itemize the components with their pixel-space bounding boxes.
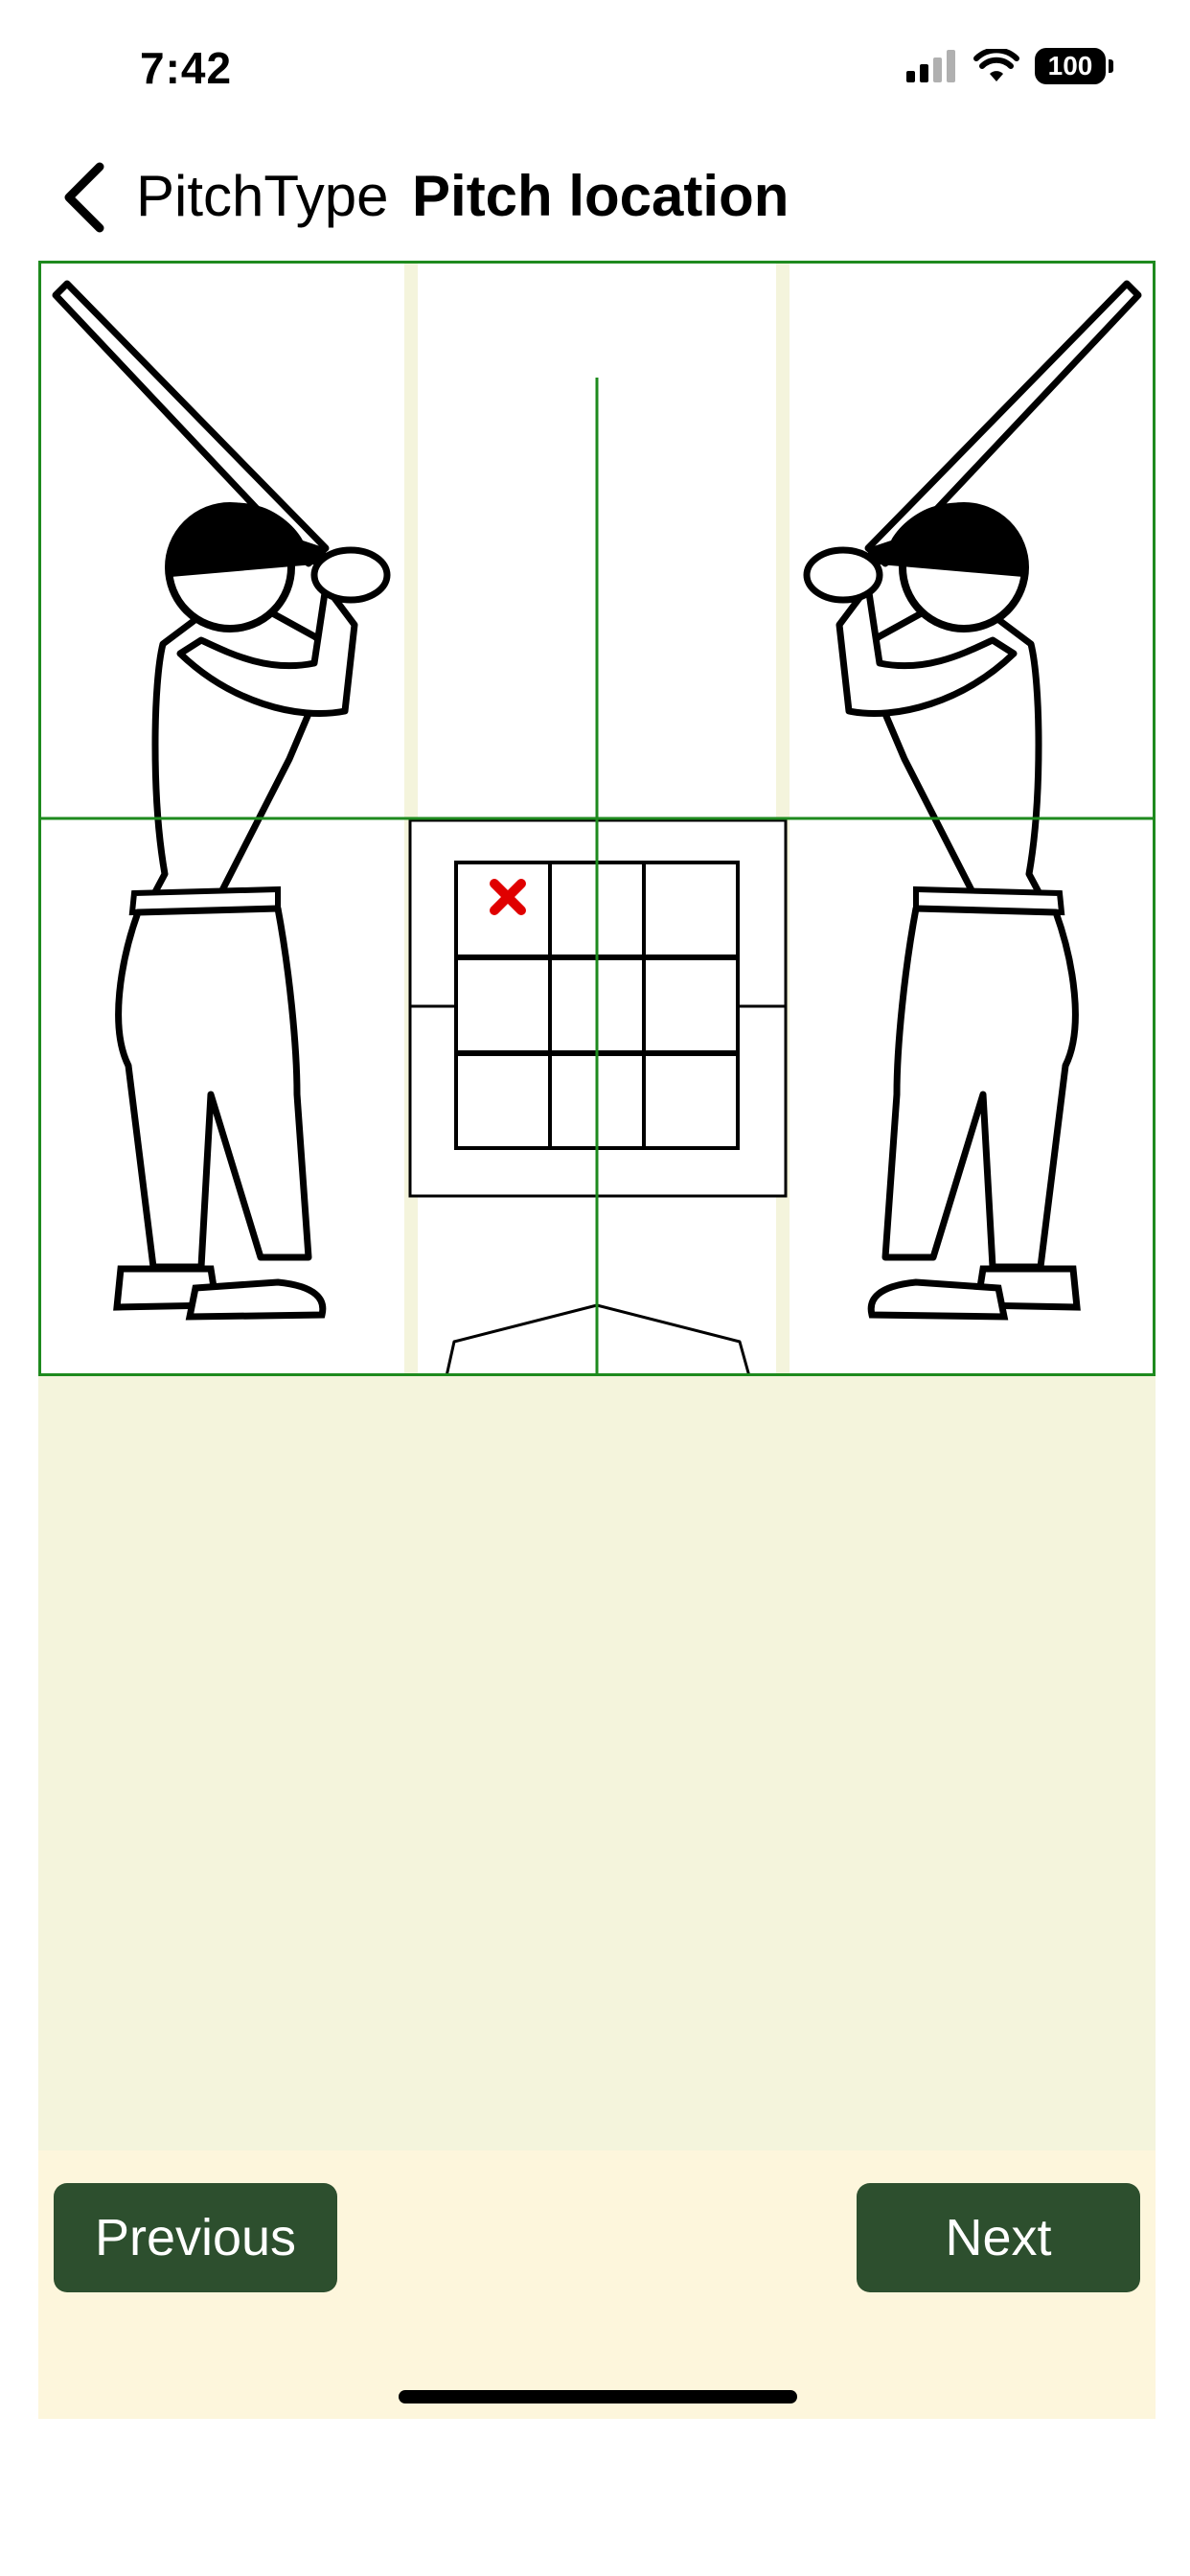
wifi-icon [973,49,1019,81]
zone-cell-2-1[interactable] [454,956,552,1054]
pitch-location-field[interactable] [38,261,1156,1376]
zone-cell-3-3[interactable] [642,1052,740,1150]
home-indicator[interactable] [399,2390,797,2404]
back-label[interactable]: PitchType [136,163,388,229]
status-bar: 7:42 100 [0,0,1190,134]
cellular-signal-icon [906,50,955,82]
zone-cell-1-3[interactable] [642,861,740,958]
chevron-left-icon [64,162,104,233]
zone-cell-1-1[interactable] [454,861,552,958]
zone-cell-2-3[interactable] [642,956,740,1054]
zone-cell-3-1[interactable] [454,1052,552,1150]
status-time: 7:42 [140,43,233,93]
previous-button[interactable]: Previous [54,2183,337,2292]
battery-icon: 100 [1035,48,1113,84]
navigation-bar: PitchType Pitch location [0,144,1190,249]
battery-level: 100 [1047,51,1093,80]
status-icons: 100 [906,48,1113,84]
back-button[interactable] [57,157,115,238]
page-title: Pitch location [412,164,790,228]
content-area [38,1376,1156,2150]
next-button[interactable]: Next [857,2183,1140,2292]
pitch-location-canvas[interactable] [38,261,1156,1376]
bottom-bar: Previous Next [38,2150,1156,2419]
